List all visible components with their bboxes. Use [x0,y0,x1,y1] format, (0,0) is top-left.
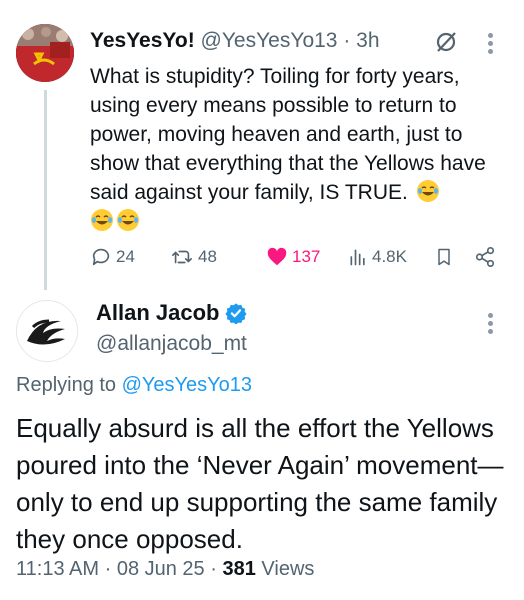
reply-author-name-row: Allan Jacob [96,300,248,326]
views-count: 381 [222,558,256,580]
reply-button[interactable]: 24 [90,245,135,269]
author-handle[interactable]: @YesYesYo13 [201,29,338,52]
separator-dot: · [104,558,112,580]
separator-dot: · [343,29,351,52]
repost-button[interactable]: 48 [170,245,217,269]
like-button[interactable]: 137 [266,245,320,269]
views-button[interactable]: 4.8K [348,245,407,269]
reply-author-avatar[interactable] [16,300,78,362]
author-name[interactable]: YesYesYo! [90,29,195,52]
views-label: Views [261,558,315,580]
tweet-date[interactable]: 08 Jun 25 [117,558,205,580]
view-count: 4.8K [372,247,407,266]
tweet-time[interactable]: 3h [356,29,379,52]
thread-connector-line [44,90,47,290]
verified-badge-icon[interactable] [225,302,248,324]
reply-author-handle[interactable]: @allanjacob_mt [96,332,247,356]
grok-icon[interactable] [434,30,458,54]
reply-icon [92,248,110,266]
more-options-icon[interactable] [486,32,494,54]
share-icon [475,247,495,267]
reply-count: 24 [116,247,135,266]
joy-emoji-icon [117,209,139,231]
reply-tweet-text: Equally absurd is all the effort the Yel… [16,413,504,554]
repost-count: 48 [198,247,217,266]
reply-author-name[interactable]: Allan Jacob [96,300,219,326]
tweet-header: YesYesYo! @YesYesYo13 · 3h [90,28,380,54]
like-count: 137 [292,247,321,266]
heart-icon [267,247,287,266]
joy-emoji-icon [91,209,113,231]
author-avatar[interactable] [16,24,74,82]
replying-to-label: Replying to [16,374,117,396]
reply-more-options-icon[interactable] [486,312,494,334]
bookmark-icon [438,248,450,266]
tweet-text: What is stupidity? Toiling for forty yea… [90,62,510,236]
parent-tweet[interactable]: YesYesYo! @YesYesYo13 · 3h What is stupi… [0,0,524,290]
bookmark-button[interactable] [434,245,458,269]
analytics-icon [350,249,365,266]
replying-to-mention[interactable]: @YesYesYo13 [122,374,252,396]
avatar-image [16,24,74,82]
tweet-metadata: 11:13 AM · 08 Jun 25 · 381 Views [16,558,314,581]
repost-icon [172,250,192,264]
joy-emoji-icon [416,180,439,202]
avatar-logo [17,301,77,361]
share-button[interactable] [474,245,500,269]
separator-dot: · [210,558,217,580]
tweet-timestamp[interactable]: 11:13 AM [16,558,99,580]
replying-to-line: Replying to @YesYesYo13 [16,374,252,397]
